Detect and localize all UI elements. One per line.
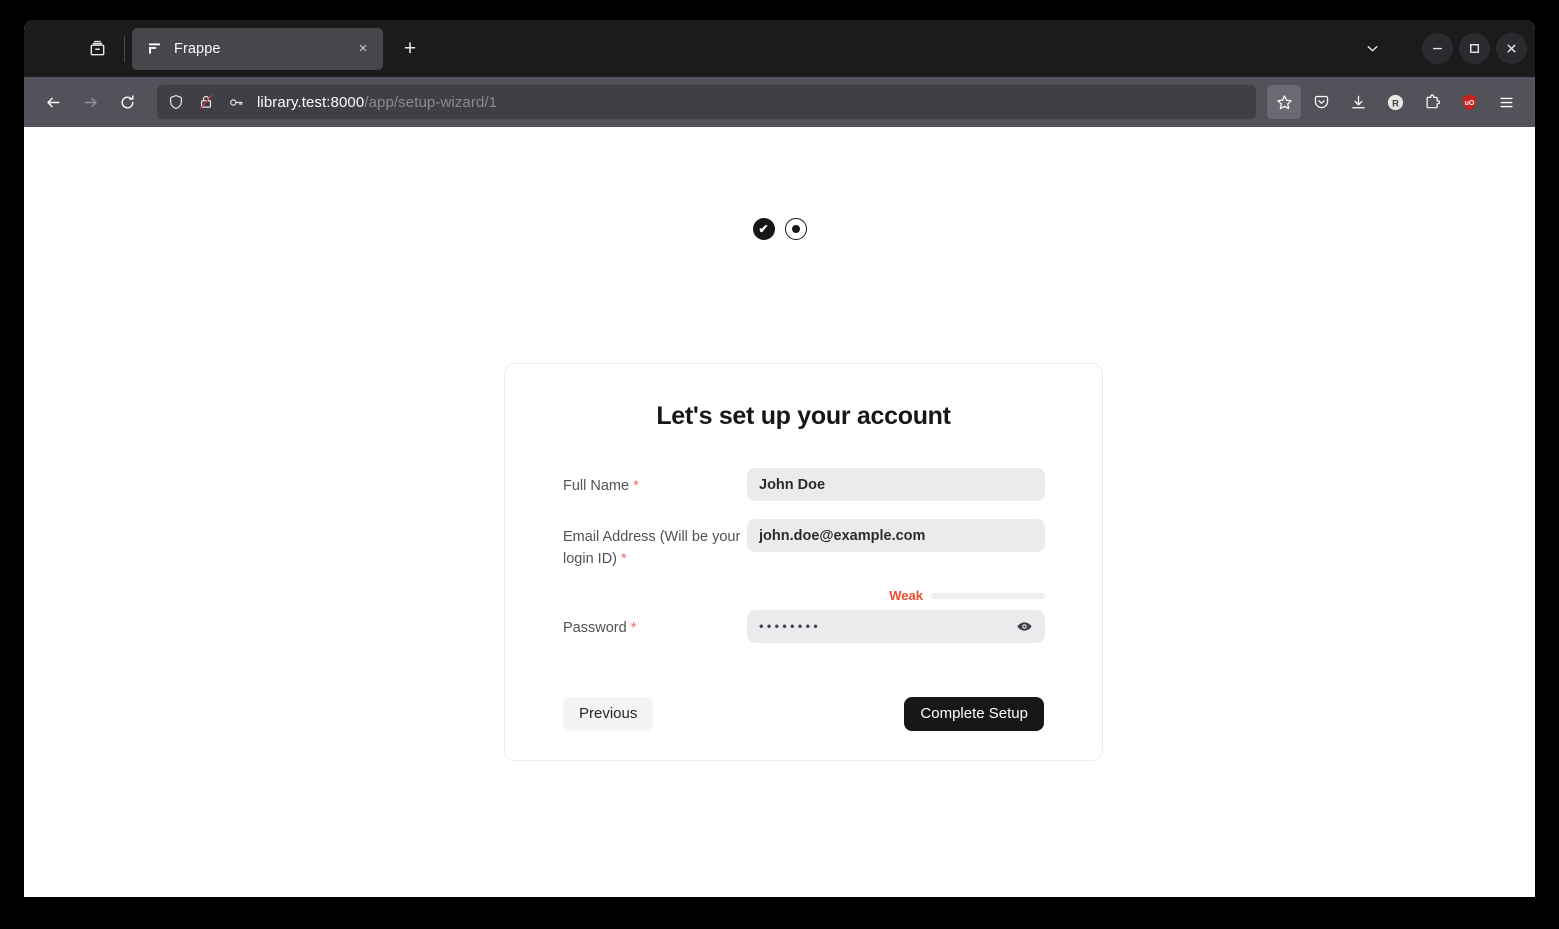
step-indicator-1-completed[interactable]: ✔ <box>752 218 775 240</box>
password-field-wrap: Weak •••••••• <box>747 589 1045 643</box>
maximize-button[interactable] <box>1459 33 1490 64</box>
hamburger-icon <box>1499 97 1513 107</box>
svg-text:uO: uO <box>1464 99 1474 106</box>
url-host: library.test:8000 <box>257 93 365 111</box>
password-label: Password * <box>563 589 747 639</box>
full-name-field-wrap <box>747 468 1045 501</box>
password-strength-bar <box>931 592 1045 599</box>
downloads-button[interactable] <box>1341 85 1375 119</box>
frappe-favicon-icon <box>145 40 163 58</box>
password-strength-indicator: Weak <box>747 589 1045 603</box>
firefox-view-icon <box>90 40 104 56</box>
ublock-origin-button[interactable]: uO <box>1452 85 1486 119</box>
email-label: Email Address (Will be your login ID) * <box>563 519 747 571</box>
password-input[interactable] <box>747 609 1045 643</box>
back-arrow-icon <box>46 97 59 107</box>
form-row-password: Password * Weak •••••••• <box>563 589 1045 643</box>
setup-wizard-card: Let's set up your account Full Name * Em… <box>504 363 1103 761</box>
close-icon <box>1507 44 1516 53</box>
required-asterisk: * <box>621 551 627 568</box>
full-name-input[interactable] <box>747 468 1045 501</box>
full-name-label-text: Full Name <box>563 478 630 494</box>
tab-strip: Frappe × + <box>24 20 1535 77</box>
minimize-button[interactable] <box>1422 33 1453 64</box>
browser-toolbar-icons: R uO <box>1267 85 1523 119</box>
window-controls <box>1354 20 1527 77</box>
maximize-icon <box>1470 44 1479 53</box>
email-field-wrap <box>747 519 1045 552</box>
browser-window: Frappe × + library.test:8000/app/setup-w… <box>24 20 1535 897</box>
chevron-down-icon <box>1366 45 1378 52</box>
key-icon[interactable] <box>225 91 247 113</box>
step-indicator-2-current[interactable] <box>784 218 807 240</box>
reload-button[interactable] <box>110 85 144 119</box>
new-tab-button[interactable]: + <box>393 32 427 66</box>
minimize-icon <box>1433 47 1442 50</box>
setup-step-indicator: ✔ <box>24 218 1535 240</box>
password-input-wrap: •••••••• <box>747 609 1045 643</box>
shield-icon[interactable] <box>165 91 187 113</box>
forward-button[interactable] <box>73 85 107 119</box>
bookmark-star-button[interactable] <box>1267 85 1301 119</box>
email-label-text: Email Address (Will be your login ID) <box>563 529 741 568</box>
browser-tab[interactable]: Frappe × <box>132 27 383 70</box>
required-asterisk: * <box>633 478 639 494</box>
extensions-icon <box>1426 93 1440 108</box>
reload-icon <box>121 94 133 108</box>
form-row-full-name: Full Name * <box>563 468 1045 501</box>
email-input[interactable] <box>747 519 1045 552</box>
required-asterisk: * <box>630 619 637 636</box>
tab-title: Frappe <box>174 40 221 57</box>
forward-arrow-icon <box>84 97 97 107</box>
ublock-icon: uO <box>1462 93 1476 110</box>
pocket-save-button[interactable] <box>1304 85 1338 119</box>
complete-setup-button[interactable]: Complete Setup <box>904 696 1044 731</box>
back-button[interactable] <box>36 85 70 119</box>
password-strength-label: Weak <box>889 588 923 604</box>
password-label-text: Password <box>563 619 627 636</box>
wizard-button-row: Previous Complete Setup <box>563 696 1044 731</box>
toggle-password-visibility-button[interactable] <box>1014 616 1034 636</box>
app-menu-button[interactable] <box>1489 85 1523 119</box>
extensions-button[interactable] <box>1415 85 1449 119</box>
download-icon <box>1351 95 1365 108</box>
navigation-toolbar: library.test:8000/app/setup-wizard/1 R u… <box>24 77 1535 127</box>
lock-broken-icon[interactable] <box>195 91 217 113</box>
pocket-icon <box>1314 95 1328 108</box>
page-viewport: ✔ Let's set up your account Full Name * … <box>24 127 1535 897</box>
firefox-view-button[interactable] <box>78 30 116 68</box>
list-all-tabs-button[interactable] <box>1354 31 1390 67</box>
account-button[interactable]: R <box>1378 85 1412 119</box>
svg-text:R: R <box>1392 98 1399 109</box>
url-path: /app/setup-wizard/1 <box>364 93 498 111</box>
current-step-dot-icon <box>791 225 800 233</box>
full-name-label: Full Name * <box>563 468 747 497</box>
url-bar[interactable]: library.test:8000/app/setup-wizard/1 <box>157 85 1256 119</box>
close-window-button[interactable] <box>1496 33 1527 64</box>
tabstrip-divider <box>124 35 125 62</box>
eye-icon <box>1016 622 1032 631</box>
check-icon: ✔ <box>758 222 769 236</box>
account-avatar-icon: R <box>1387 94 1403 110</box>
form-row-email: Email Address (Will be your login ID) * <box>563 519 1045 571</box>
tab-close-icon[interactable]: × <box>351 37 375 61</box>
url-text: library.test:8000/app/setup-wizard/1 <box>257 94 497 111</box>
previous-button[interactable]: Previous <box>563 696 654 731</box>
page-title: Let's set up your account <box>656 402 951 430</box>
star-icon <box>1276 94 1292 109</box>
